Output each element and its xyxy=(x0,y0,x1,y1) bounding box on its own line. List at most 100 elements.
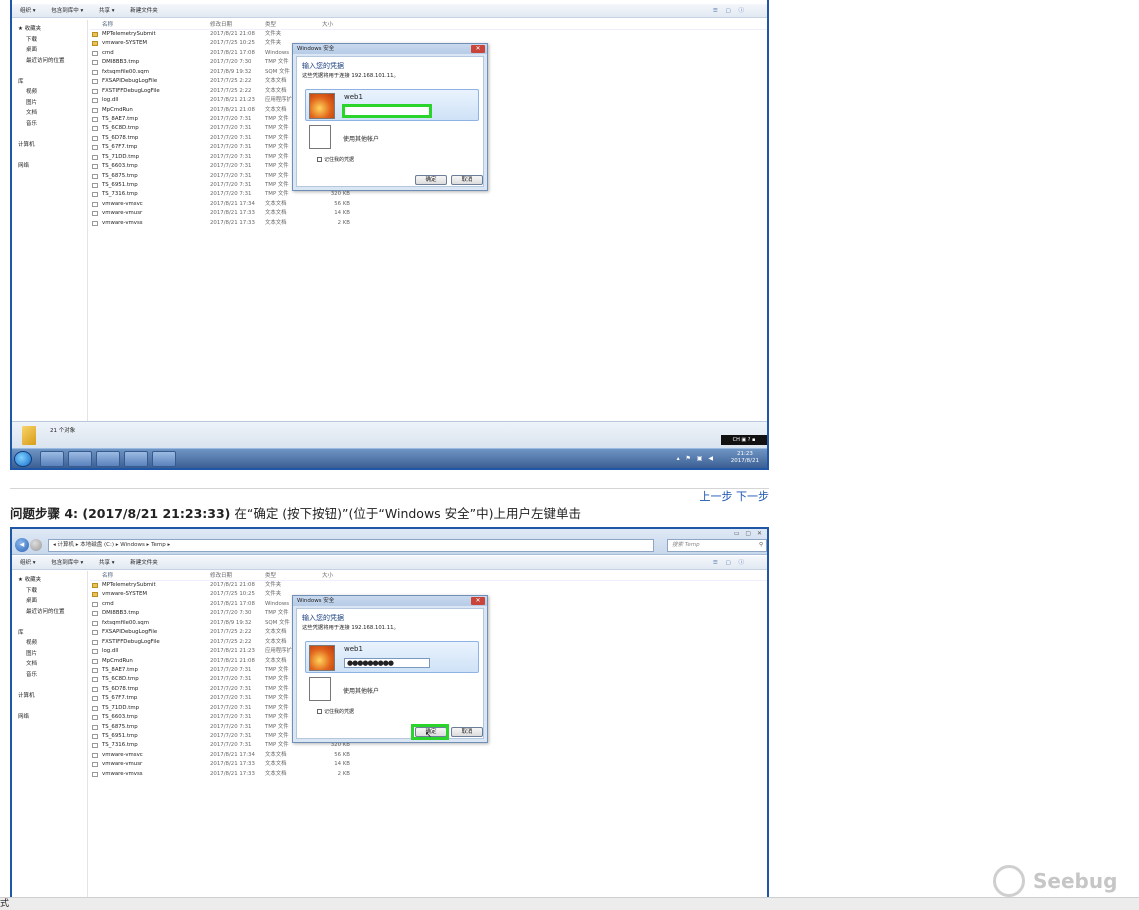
sidebar-item[interactable]: 音乐 xyxy=(12,670,87,681)
sidebar-item[interactable]: 网络 xyxy=(12,161,87,172)
prev-step-link[interactable]: 上一步 xyxy=(700,490,733,503)
sidebar-item[interactable]: 下载 xyxy=(12,35,87,46)
language-bar[interactable]: CH ▣ ? ▪ xyxy=(721,435,767,445)
col-name-header[interactable]: 名称 xyxy=(102,571,113,581)
sidebar-item[interactable]: 音乐 xyxy=(12,119,87,130)
tray-icons[interactable]: ▴ ⚑ ▣ ◀ xyxy=(677,455,715,462)
taskbar-network-icon[interactable] xyxy=(152,451,176,467)
window-controls[interactable]: ▭ ▢ ✕ xyxy=(734,530,764,537)
file-row[interactable]: MPTelemetrySubmit 2017/8/21 21:08 文件夹 xyxy=(90,30,767,39)
credential-tile[interactable]: web1 xyxy=(305,89,479,121)
file-type: TMP 文件 xyxy=(265,610,289,617)
address-path[interactable]: ◂ 计算机 ▸ 本地磁盘 (C:) ▸ Windows ▸ Temp ▸ xyxy=(48,539,654,552)
other-account-label[interactable]: 使用其他帐户 xyxy=(343,134,379,143)
toolbar-new-folder[interactable]: 新建文件夹 xyxy=(130,8,158,14)
file-date: 2017/8/21 21:08 xyxy=(210,582,255,588)
file-name: TS_6875.tmp xyxy=(102,723,138,730)
sidebar-item[interactable]: 文档 xyxy=(12,108,87,119)
toolbar-new-folder[interactable]: 新建文件夹 xyxy=(130,560,158,566)
password-field[interactable]: ●●●●●●●●● xyxy=(344,658,430,668)
file-date: 2017/8/21 17:08 xyxy=(210,49,255,56)
file-type: 文件夹 xyxy=(265,591,282,598)
sidebar-item[interactable]: 网络 xyxy=(12,712,87,723)
view-options-icon[interactable]: ☰ ▢ ⓘ xyxy=(713,4,747,18)
toolbar-share[interactable]: 共享 ▾ xyxy=(99,560,115,566)
forward-icon[interactable] xyxy=(30,539,42,551)
file-row[interactable]: vmware-vmvss 2017/8/21 17:33 文本文档 2 KB xyxy=(90,219,767,228)
file-icon xyxy=(92,116,98,122)
username-label: web1 xyxy=(344,93,363,101)
file-row[interactable]: MPTelemetrySubmit 2017/8/21 21:08 文件夹 xyxy=(90,581,767,590)
col-type-header[interactable]: 类型 xyxy=(265,20,276,30)
file-icon xyxy=(92,107,98,113)
toolbar-organize[interactable]: 组织 ▾ xyxy=(20,560,36,566)
other-account-avatar[interactable] xyxy=(309,125,331,149)
credential-tile[interactable]: web1 ●●●●●●●●● xyxy=(305,641,479,673)
clock-date: 2017/8/21 xyxy=(730,458,759,464)
sidebar-item[interactable]: 视频 xyxy=(12,87,87,98)
toolbar-share[interactable]: 共享 ▾ xyxy=(99,8,115,14)
sidebar-item[interactable]: 最近访问的位置 xyxy=(12,56,87,67)
sidebar-item[interactable]: 最近访问的位置 xyxy=(12,607,87,618)
col-date-header[interactable]: 修改日期 xyxy=(210,571,232,581)
col-size-header[interactable]: 大小 xyxy=(322,571,352,581)
next-step-link[interactable]: 下一步 xyxy=(736,490,769,503)
sidebar-item xyxy=(12,617,87,628)
sidebar-item[interactable]: 图片 xyxy=(12,98,87,109)
file-row[interactable]: vmware-vmusr 2017/8/21 17:33 文本文档 14 KB xyxy=(90,760,767,769)
file-icon xyxy=(92,173,98,179)
view-options-icon[interactable]: ☰ ▢ ⓘ xyxy=(713,556,747,570)
file-type: 文件夹 xyxy=(265,31,282,37)
search-input[interactable]: 搜索 Temp ⚲ xyxy=(667,539,767,552)
sidebar-item[interactable]: ★ 收藏夹 xyxy=(12,24,87,35)
cancel-button[interactable]: 取消 xyxy=(451,727,483,737)
taskbar-explorer-icon[interactable] xyxy=(68,451,92,467)
taskbar-media-icon[interactable] xyxy=(96,451,120,467)
sidebar-item[interactable]: 库 xyxy=(12,77,87,88)
col-size-header[interactable]: 大小 xyxy=(322,20,352,30)
taskbar-app-icon[interactable] xyxy=(124,451,148,467)
sidebar-item[interactable]: 图片 xyxy=(12,649,87,660)
file-name: vmware-vmvss xyxy=(102,219,143,226)
toolbar-include-library[interactable]: 包含到库中 ▾ xyxy=(51,560,83,566)
start-button[interactable] xyxy=(14,451,32,467)
sidebar-item[interactable]: 库 xyxy=(12,628,87,639)
file-row[interactable]: vmware-vmsvc 2017/8/21 17:34 文本文档 56 KB xyxy=(90,200,767,209)
taskbar-clock[interactable]: 21:23 2017/8/21 xyxy=(731,451,759,465)
col-date-header[interactable]: 修改日期 xyxy=(210,20,232,30)
folder-icon xyxy=(92,41,98,47)
bottom-bar-text: 式 xyxy=(0,899,10,909)
remember-checkbox[interactable]: 记住我的凭据 xyxy=(317,708,354,715)
file-icon xyxy=(92,88,98,94)
search-icon[interactable]: ⚲ xyxy=(759,540,763,551)
file-row[interactable]: TS_7316.tmp 2017/7/20 7:31 TMP 文件 320 KB xyxy=(90,190,767,199)
other-account-label[interactable]: 使用其他帐户 xyxy=(343,686,379,695)
toolbar-organize[interactable]: 组织 ▾ xyxy=(20,8,36,14)
sidebar-item[interactable]: ★ 收藏夹 xyxy=(12,575,87,586)
sidebar-item[interactable]: 下载 xyxy=(12,586,87,597)
sidebar-item[interactable]: 计算机 xyxy=(12,691,87,702)
back-icon[interactable]: ◂ xyxy=(15,538,29,552)
toolbar-include-library[interactable]: 包含到库中 ▾ xyxy=(51,8,83,14)
file-row[interactable]: vmware-vmusr 2017/8/21 17:33 文本文档 14 KB xyxy=(90,209,767,218)
separator xyxy=(10,488,769,489)
other-account-avatar[interactable] xyxy=(309,677,331,701)
cancel-button[interactable]: 取消 xyxy=(451,175,483,185)
col-type-header[interactable]: 类型 xyxy=(265,571,276,581)
file-row[interactable]: vmware-vmsvc 2017/8/21 17:34 文本文档 56 KB xyxy=(90,751,767,760)
sidebar-item[interactable]: 桌面 xyxy=(12,596,87,607)
file-row[interactable]: vmware-vmvss 2017/8/21 17:33 文本文档 2 KB xyxy=(90,770,767,779)
file-date: 2017/7/20 7:31 xyxy=(210,191,252,198)
dialog-close-button[interactable]: ✕ xyxy=(471,45,485,53)
file-size: 56 KB xyxy=(334,200,350,207)
col-name-header[interactable]: 名称 xyxy=(102,20,113,30)
ok-button[interactable]: 确定 xyxy=(415,175,447,185)
taskbar-ie-icon[interactable] xyxy=(40,451,64,467)
sidebar-item[interactable]: 视频 xyxy=(12,638,87,649)
dialog-close-button[interactable]: ✕ xyxy=(471,597,485,605)
sidebar-item[interactable]: 文档 xyxy=(12,659,87,670)
sidebar-item[interactable]: 计算机 xyxy=(12,140,87,151)
sidebar-item[interactable]: 桌面 xyxy=(12,45,87,56)
remember-checkbox[interactable]: 记住我的凭据 xyxy=(317,156,354,163)
screenshot-step-4: ▭ ▢ ✕ ◂ ◂ 计算机 ▸ 本地磁盘 (C:) ▸ Windows ▸ Te… xyxy=(10,527,769,910)
